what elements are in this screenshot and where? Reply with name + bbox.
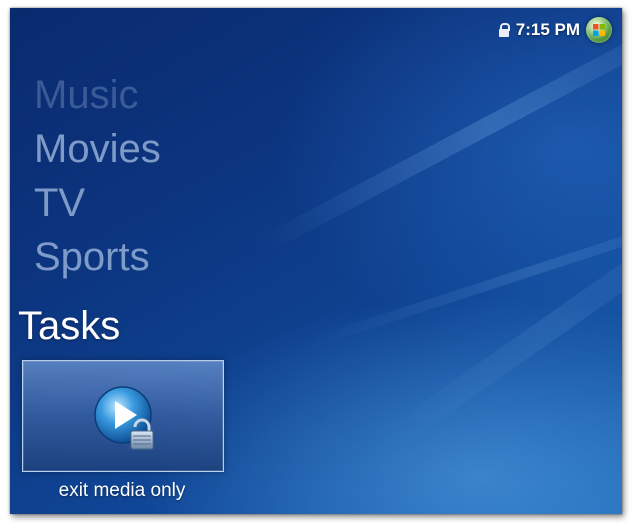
menu-item-music[interactable]: Music (34, 68, 161, 122)
menu-item-tv[interactable]: TV (34, 176, 161, 230)
windows-orb-icon[interactable] (586, 17, 612, 43)
lock-icon (498, 23, 510, 37)
main-menu: Music Movies TV Sports (34, 68, 161, 284)
clock: 7:15 PM (515, 20, 580, 39)
media-center-window: 7:15 PM Music Movies TV Sports Tasks exi… (10, 8, 622, 514)
exit-media-only-tile[interactable] (22, 360, 224, 472)
background-light-beam (383, 189, 622, 450)
status-bar: 7:15 PM (498, 16, 612, 44)
tile-label: exit media only (58, 480, 186, 501)
menu-item-movies[interactable]: Movies (34, 122, 161, 176)
play-lock-icon (94, 386, 154, 450)
menu-item-sports[interactable]: Sports (34, 230, 161, 284)
background-light-beam (255, 8, 622, 255)
tasks-heading: Tasks (18, 304, 121, 348)
